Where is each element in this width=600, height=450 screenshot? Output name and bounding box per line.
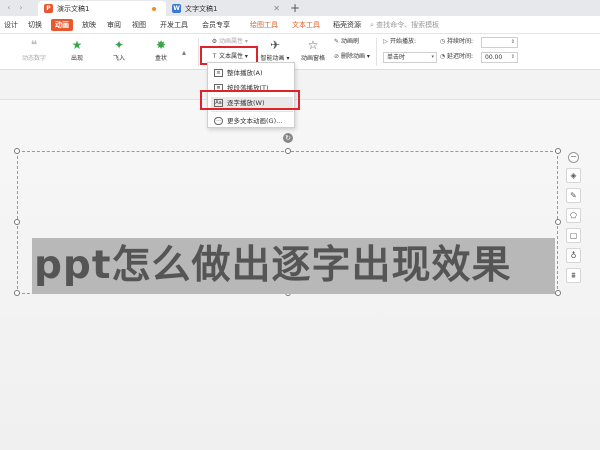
start-play-label: ▷ 开始播放: bbox=[381, 37, 416, 47]
document-icon: W bbox=[172, 4, 181, 13]
quote-icon: ❝ bbox=[30, 38, 38, 52]
close-icon[interactable]: ✕ bbox=[273, 4, 280, 13]
tab-title: 演示文稿1 bbox=[57, 4, 90, 13]
appear-button[interactable]: ★ 出现 bbox=[62, 37, 92, 62]
layers-icon[interactable]: ◈ bbox=[566, 168, 581, 183]
duration-label: ◷ 持续时间: bbox=[439, 38, 474, 45]
command-search[interactable]: ⌕ 查找命令、搜索模板 bbox=[370, 19, 439, 31]
anim-pane-button[interactable]: ☆ 动画窗格 bbox=[298, 37, 328, 62]
tab-presentation[interactable]: P 演示文稿1 bbox=[38, 1, 166, 16]
whole-play-icon: ≡ bbox=[214, 69, 223, 77]
forward-icon[interactable]: › bbox=[16, 3, 26, 13]
char-play-highlight bbox=[200, 90, 300, 110]
collapse-icon[interactable]: − bbox=[568, 152, 579, 163]
anim-brush-button[interactable]: ✎ 动画刷 bbox=[332, 37, 359, 47]
duration-stepper[interactable]: ⇕ bbox=[481, 37, 518, 48]
menu-member[interactable]: 会员专享 bbox=[202, 19, 230, 31]
box-button[interactable]: ✸ 盒状 bbox=[146, 37, 176, 62]
search-icon: ⌕ bbox=[370, 21, 374, 29]
menu-developer[interactable]: 开发工具 bbox=[160, 19, 188, 31]
delay-label: ◔ 延迟时间: bbox=[439, 53, 474, 60]
back-icon[interactable]: ‹ bbox=[4, 3, 14, 13]
delete-anim-button[interactable]: ⊘ 删除动画 ▾ bbox=[332, 52, 370, 62]
smart-anim-button[interactable]: ✈ 智能动画 ▾ bbox=[257, 37, 293, 62]
chevron-down-icon: ▾ bbox=[431, 54, 434, 60]
menu-view[interactable]: 视图 bbox=[132, 19, 146, 31]
play-whole-item[interactable]: ≡ 整体播放(A) bbox=[211, 67, 293, 79]
delete-icon: ⊘ bbox=[333, 53, 340, 60]
lightbulb-icon[interactable]: ♁ bbox=[566, 248, 581, 263]
delay-stepper[interactable]: 00.00 ⇕ bbox=[481, 52, 518, 63]
stepper-icon: ⇕ bbox=[510, 54, 515, 60]
presentation-icon: P bbox=[44, 4, 53, 13]
pen-icon[interactable]: ✎ bbox=[566, 188, 581, 203]
more-text-anim-item[interactable]: ··· 更多文本动画(G)... bbox=[211, 115, 293, 127]
menu-text-tools[interactable]: 文本工具 bbox=[292, 19, 320, 31]
menu-review[interactable]: 审阅 bbox=[107, 19, 121, 31]
ribbon-separator bbox=[376, 38, 377, 66]
rocket-icon: ✈ bbox=[269, 38, 281, 52]
tab-title: 文字文稿1 bbox=[185, 4, 218, 13]
menu-animation[interactable]: 动画 bbox=[51, 19, 73, 31]
clock-icon: ◷ bbox=[439, 38, 446, 45]
fly-in-button[interactable]: ✦ 飞入 bbox=[104, 37, 134, 62]
more-icon: ··· bbox=[214, 117, 223, 125]
resize-handle[interactable] bbox=[14, 219, 20, 225]
star-outline-icon: ☆ bbox=[307, 38, 319, 52]
resize-handle[interactable] bbox=[555, 219, 561, 225]
star-icon: ★ bbox=[71, 38, 83, 52]
menu-design[interactable]: 设计 bbox=[4, 19, 18, 31]
play-icon: ▷ bbox=[383, 38, 388, 45]
frame-icon[interactable]: ▢ bbox=[566, 228, 581, 243]
box-star-icon: ✸ bbox=[155, 38, 167, 52]
secondary-toolbar bbox=[0, 70, 600, 100]
brush-icon: ✎ bbox=[333, 38, 340, 45]
resize-handle[interactable] bbox=[14, 148, 20, 154]
ribbon-separator bbox=[198, 38, 199, 66]
tab-document[interactable]: W 文字文稿1 ✕ bbox=[166, 1, 288, 16]
rotate-handle-icon[interactable]: ↻ bbox=[283, 133, 293, 143]
resize-handle[interactable] bbox=[555, 290, 561, 296]
gallery-scroll-icon[interactable]: ▴ bbox=[182, 48, 186, 58]
menu-drawing-tools[interactable]: 绘图工具 bbox=[250, 19, 278, 31]
stepper-icon: ⇕ bbox=[510, 39, 515, 45]
title-bar: ‹ › P 演示文稿1 W 文字文稿1 ✕ + bbox=[0, 0, 600, 16]
new-tab-icon[interactable]: + bbox=[290, 1, 300, 15]
menu-transition[interactable]: 切换 bbox=[28, 19, 42, 31]
search-input: 查找命令、搜索模板 bbox=[376, 21, 440, 29]
menu-docer-resources[interactable]: 稻壳资源 bbox=[333, 19, 361, 31]
start-play-select[interactable]: 单击时 ▾ bbox=[383, 52, 437, 63]
format-icon[interactable]: ⩩ bbox=[566, 268, 581, 283]
resize-handle[interactable] bbox=[14, 290, 20, 296]
anim-digits-button[interactable]: ❝ 动态数字 bbox=[16, 37, 52, 62]
menu-slideshow[interactable]: 放映 bbox=[82, 19, 96, 31]
animation-ribbon: ❝ 动态数字 ★ 出现 ✦ 飞入 ✸ 盒状 ▴ ⚙ 动画属性 ▾ T 文本属性 ▾ … bbox=[0, 34, 600, 70]
menu-bar: 设计 切换 动画 放映 审阅 视图 开发工具 会员专享 绘图工具 文本工具 稻壳… bbox=[0, 16, 600, 34]
slide-headline[interactable]: ppt怎么做出逐字出现效果 bbox=[34, 238, 555, 294]
resize-handle[interactable] bbox=[285, 148, 291, 154]
resize-handle[interactable] bbox=[555, 148, 561, 154]
unsaved-dot-icon bbox=[152, 7, 156, 11]
dropdown-divider bbox=[211, 111, 293, 112]
timer-icon: ◔ bbox=[439, 53, 446, 60]
fill-icon[interactable]: ⬠ bbox=[566, 208, 581, 223]
fly-star-icon: ✦ bbox=[113, 38, 125, 52]
